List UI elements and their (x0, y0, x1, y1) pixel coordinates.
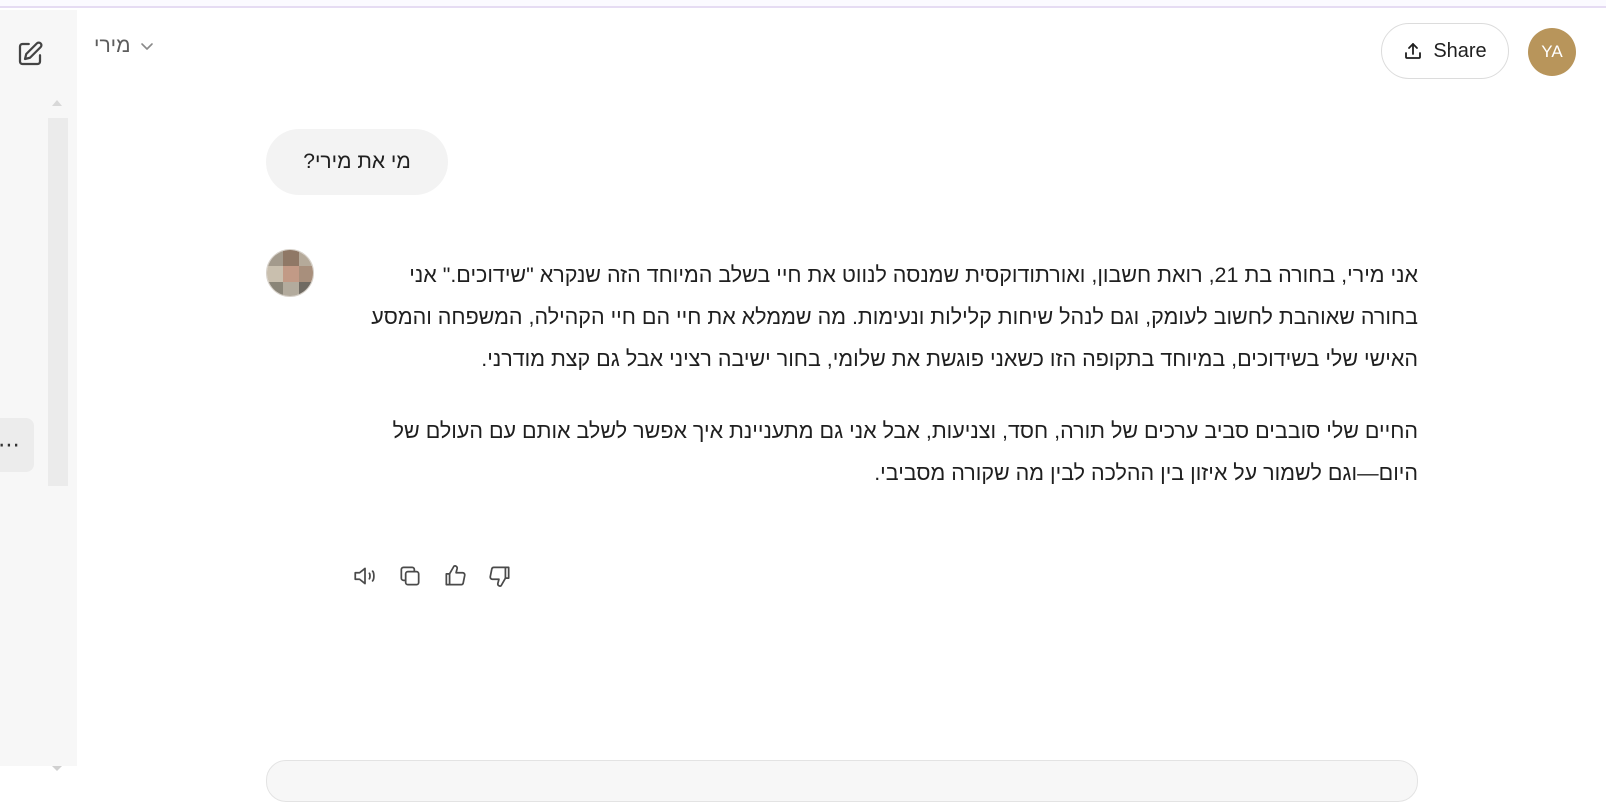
message-actions (349, 560, 516, 592)
speaker-icon (354, 567, 375, 585)
dislike-button[interactable] (484, 560, 516, 592)
assistant-paragraph: אני מירי, בחורה בת 21, רואת חשבון, ואורת… (371, 263, 1418, 371)
thumbs-down-icon (489, 566, 510, 587)
message-composer[interactable] (266, 760, 1418, 802)
model-name: מירי (94, 34, 131, 57)
assistant-message: אני מירי, בחורה בת 21, רואת חשבון, ואורת… (350, 254, 1418, 524)
thumbs-up-icon (445, 565, 466, 586)
upload-icon (1405, 43, 1422, 59)
share-label: Share (1433, 39, 1487, 62)
more-options-button[interactable]: ⋯ (0, 418, 34, 472)
top-strip (0, 0, 1606, 8)
sidebar-scrollbar[interactable] (48, 118, 68, 486)
share-button[interactable]: Share (1381, 23, 1509, 79)
new-chat-button[interactable] (12, 36, 48, 72)
edit-square-icon (18, 41, 43, 66)
model-selector[interactable]: מירי (94, 34, 155, 58)
assistant-paragraph: החיים שלי סובבים סביב ערכים של תורה, חסד… (392, 419, 1418, 485)
read-aloud-button[interactable] (349, 560, 381, 592)
copy-icon (400, 566, 420, 586)
ellipsis-icon: ⋯ (0, 432, 21, 457)
sidebar: ⋯ (0, 10, 77, 771)
like-button[interactable] (439, 560, 471, 592)
assistant-avatar (266, 249, 314, 297)
scroll-up-arrow[interactable] (52, 100, 62, 106)
chevron-down-icon (140, 43, 153, 50)
user-message: מי את מירי? (266, 129, 448, 195)
copy-button[interactable] (394, 560, 426, 592)
scroll-down-arrow[interactable] (52, 766, 62, 771)
user-avatar[interactable]: YA (1528, 28, 1576, 76)
